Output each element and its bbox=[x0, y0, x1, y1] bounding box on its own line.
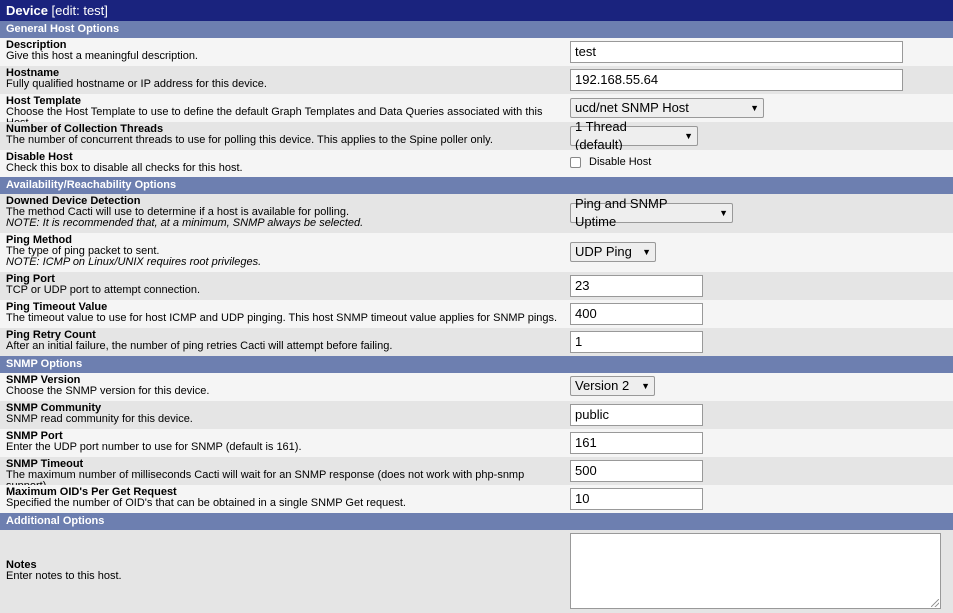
triangle-down-icon: ▼ bbox=[642, 247, 651, 257]
max-oids-input[interactable]: 10 bbox=[570, 488, 703, 510]
threads-select[interactable]: 1 Thread (default) ▼ bbox=[570, 119, 698, 152]
row-disable-host: Disable Host Check this box to disable al… bbox=[0, 150, 953, 177]
section-snmp: SNMP Options bbox=[0, 356, 953, 373]
field-desc: Enter notes to this host. bbox=[6, 570, 122, 582]
snmp-version-value: Version 2 bbox=[575, 378, 630, 393]
row-snmp-port: SNMP Port Enter the UDP port number to us… bbox=[0, 429, 953, 457]
section-additional: Additional Options bbox=[0, 513, 953, 530]
row-ping-method: Ping Method The type of ping packet to se… bbox=[0, 233, 953, 272]
row-max-oids: Maximum OID's Per Get Request Specified t… bbox=[0, 485, 953, 513]
row-snmp-community: SNMP Community SNMP read community for th… bbox=[0, 401, 953, 429]
ping-timeout-input[interactable]: 400 bbox=[570, 303, 703, 325]
ping-method-value: UDP Ping bbox=[575, 244, 632, 259]
triangle-down-icon: ▼ bbox=[641, 381, 650, 391]
page-title: Device [edit: test] bbox=[0, 0, 953, 21]
page-title-sub: [edit: test] bbox=[51, 3, 108, 18]
row-ping-timeout: Ping Timeout Value The timeout value to u… bbox=[0, 300, 953, 328]
ping-retry-input[interactable]: 1 bbox=[570, 331, 703, 353]
row-ping-port: Ping Port TCP or UDP port to attempt conn… bbox=[0, 272, 953, 300]
host-template-select[interactable]: ucd/net SNMP Host ▼ bbox=[570, 98, 764, 118]
field-desc: Give this host a meaningful description. bbox=[6, 50, 198, 62]
section-general: General Host Options bbox=[0, 21, 953, 38]
row-notes: Notes Enter notes to this host. bbox=[0, 530, 953, 613]
field-desc: Specified the number of OID's that can b… bbox=[6, 497, 406, 509]
snmp-community-input[interactable]: public bbox=[570, 404, 703, 426]
field-desc: After an initial failure, the number of … bbox=[6, 340, 393, 352]
field-desc: TCP or UDP port to attempt connection. bbox=[6, 284, 201, 296]
notes-textarea[interactable] bbox=[570, 533, 941, 609]
downed-detection-select[interactable]: Ping and SNMP Uptime ▼ bbox=[570, 196, 733, 229]
disable-host-checkbox[interactable]: Disable Host bbox=[570, 156, 651, 168]
snmp-timeout-input[interactable]: 500 bbox=[570, 460, 703, 482]
disable-host-label: Disable Host bbox=[589, 156, 652, 168]
triangle-down-icon: ▼ bbox=[750, 103, 759, 113]
checkbox-icon[interactable] bbox=[570, 156, 581, 168]
hostname-input[interactable]: 192.168.55.64 bbox=[570, 69, 903, 91]
field-desc: SNMP read community for this device. bbox=[6, 413, 193, 425]
row-ping-retry: Ping Retry Count After an initial failure… bbox=[0, 328, 953, 356]
field-desc: Check this box to disable all checks for… bbox=[6, 162, 243, 174]
row-host-template: Host Template Choose the Host Template to… bbox=[0, 94, 953, 129]
row-snmp-version: SNMP Version Choose the SNMP version for … bbox=[0, 373, 953, 401]
field-note: NOTE: ICMP on Linux/UNIX requires root p… bbox=[6, 256, 262, 268]
description-input[interactable]: test bbox=[570, 41, 903, 63]
field-desc: The timeout value to use for host ICMP a… bbox=[6, 312, 558, 324]
section-availability: Availability/Reachability Options bbox=[0, 177, 953, 194]
field-desc: Choose the SNMP version for this device. bbox=[6, 385, 210, 397]
field-desc: Enter the UDP port number to use for SNM… bbox=[6, 441, 302, 453]
row-snmp-timeout: SNMP Timeout The maximum number of millis… bbox=[0, 457, 953, 492]
field-desc: Fully qualified hostname or IP address f… bbox=[6, 78, 267, 90]
row-threads: Number of Collection Threads The number o… bbox=[0, 119, 953, 152]
field-desc: The number of concurrent threads to use … bbox=[6, 134, 493, 146]
host-template-value: ucd/net SNMP Host bbox=[575, 100, 689, 115]
triangle-down-icon: ▼ bbox=[684, 131, 693, 141]
snmp-version-select[interactable]: Version 2 ▼ bbox=[570, 376, 655, 396]
ping-port-input[interactable]: 23 bbox=[570, 275, 703, 297]
row-downed-detection: Downed Device Detection The method Cacti … bbox=[0, 194, 953, 233]
downed-detection-value: Ping and SNMP Uptime bbox=[575, 196, 668, 229]
snmp-port-input[interactable]: 161 bbox=[570, 432, 703, 454]
row-hostname: Hostname Fully qualified hostname or IP a… bbox=[0, 66, 953, 94]
page-title-main: Device bbox=[6, 3, 48, 18]
triangle-down-icon: ▼ bbox=[719, 208, 728, 218]
field-note: NOTE: It is recommended that, at a minim… bbox=[6, 217, 364, 229]
row-description: Description Give this host a meaningful d… bbox=[0, 38, 953, 66]
resize-grip-icon[interactable] bbox=[931, 599, 939, 607]
threads-value: 1 Thread (default) bbox=[575, 119, 627, 152]
ping-method-select[interactable]: UDP Ping ▼ bbox=[570, 242, 656, 262]
